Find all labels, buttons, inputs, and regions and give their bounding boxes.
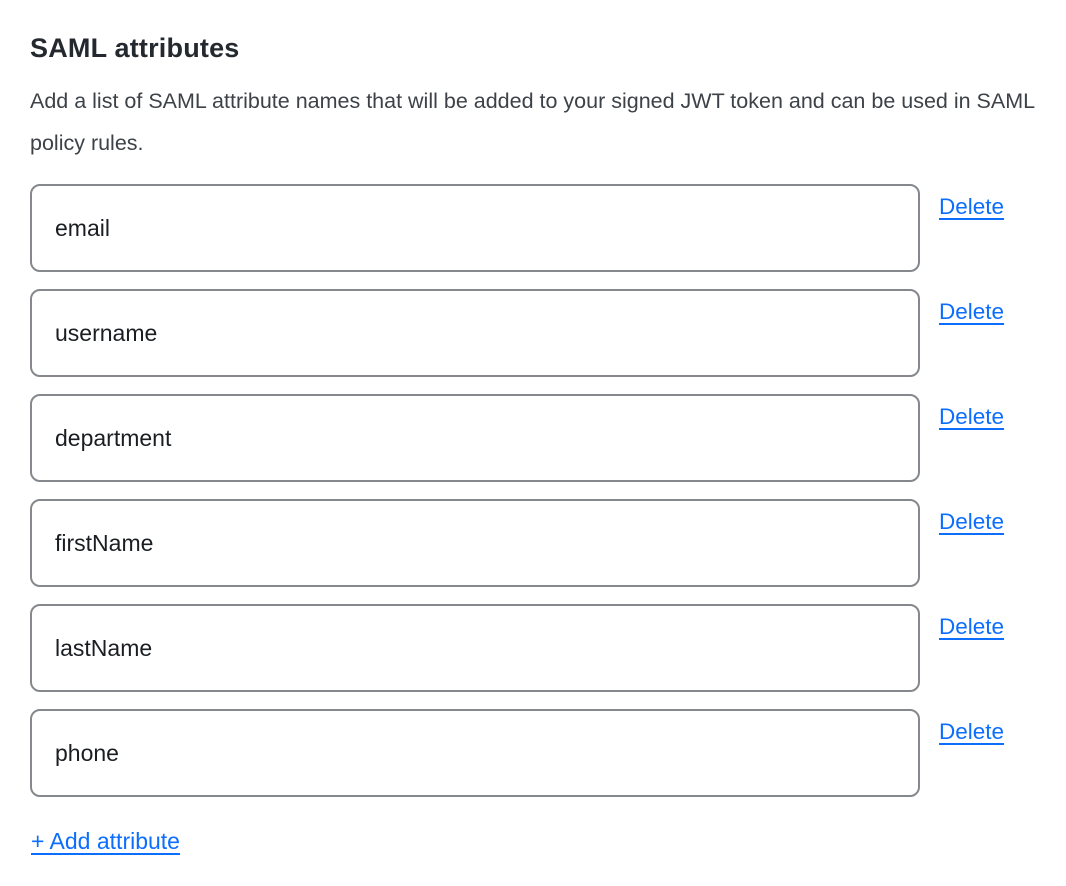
attribute-row: Delete: [30, 289, 1036, 377]
delete-link[interactable]: Delete: [939, 613, 1004, 641]
delete-link[interactable]: Delete: [939, 508, 1004, 536]
delete-link[interactable]: Delete: [939, 718, 1004, 746]
attribute-row: Delete: [30, 184, 1036, 272]
attribute-input-phone[interactable]: [30, 709, 920, 797]
section-description: Add a list of SAML attribute names that …: [30, 80, 1036, 164]
delete-link[interactable]: Delete: [939, 403, 1004, 431]
attribute-row: Delete: [30, 499, 1036, 587]
attribute-row: Delete: [30, 394, 1036, 482]
attribute-input-department[interactable]: [30, 394, 920, 482]
attribute-row: Delete: [30, 709, 1036, 797]
section-title: SAML attributes: [30, 28, 1036, 68]
attribute-input-username[interactable]: [30, 289, 920, 377]
attribute-input-firstname[interactable]: [30, 499, 920, 587]
attribute-input-lastname[interactable]: [30, 604, 920, 692]
attribute-row: Delete: [30, 604, 1036, 692]
saml-attributes-section: SAML attributes Add a list of SAML attri…: [0, 0, 1066, 886]
delete-link[interactable]: Delete: [939, 298, 1004, 326]
attribute-list: Delete Delete Delete Delete Delete Delet…: [30, 184, 1036, 797]
attribute-input-email[interactable]: [30, 184, 920, 272]
add-attribute-link[interactable]: + Add attribute: [31, 826, 180, 856]
delete-link[interactable]: Delete: [939, 193, 1004, 221]
